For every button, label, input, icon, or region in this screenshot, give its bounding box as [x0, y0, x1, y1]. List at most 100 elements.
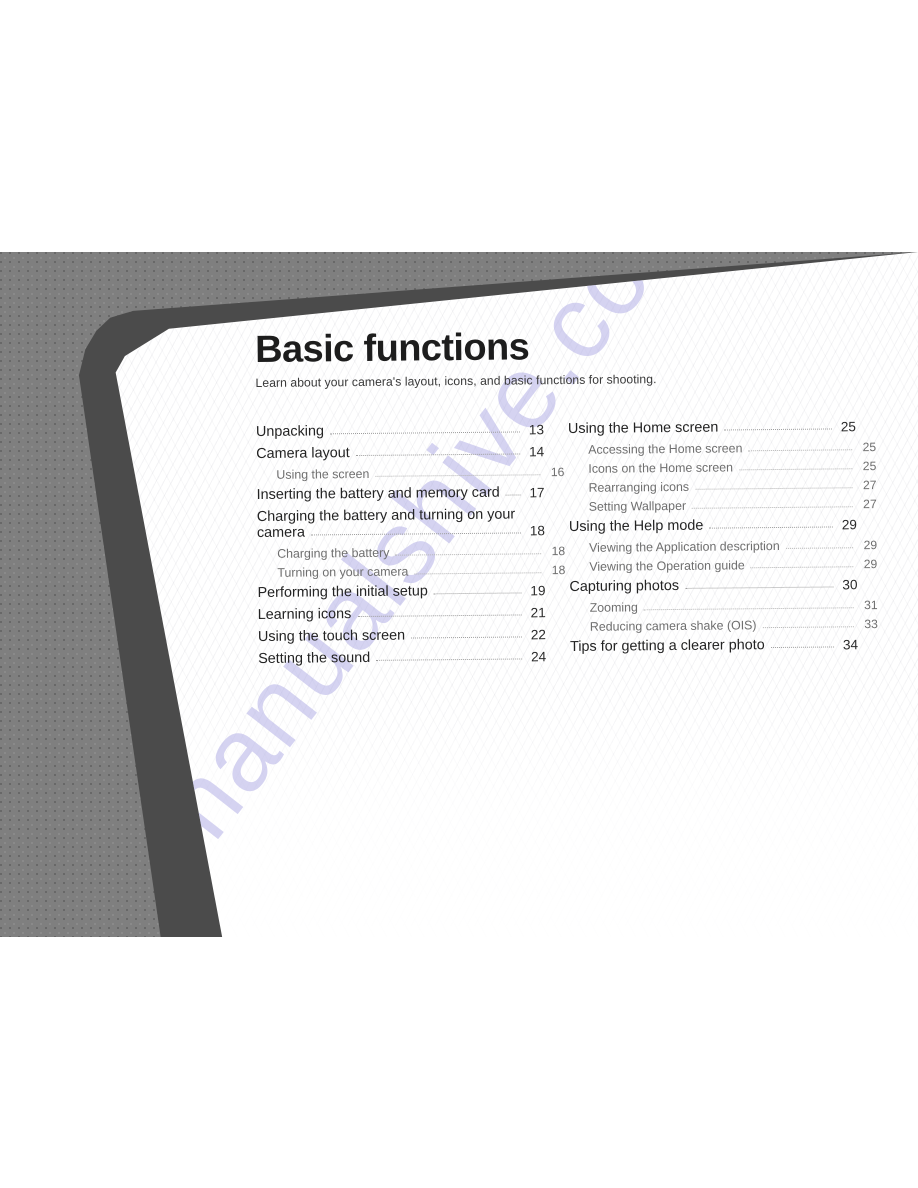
toc-entry-label: Viewing the Operation guide — [589, 558, 745, 575]
toc-entry-label: Using the Help mode — [568, 517, 704, 536]
toc-leader-dots — [505, 493, 521, 496]
page-content: Basic functions Learn about your camera'… — [254, 324, 878, 674]
toc-left-column: Unpacking 13 Camera layout 14 Using the scre… — [256, 421, 565, 673]
toc-leader-dots — [685, 585, 834, 590]
toc-entry-label: Using the screen — [276, 467, 370, 483]
toc-leader-dots — [750, 565, 854, 569]
toc-page-number: 29 — [841, 517, 857, 533]
toc-entry[interactable]: Setting Wallpaper 27 — [569, 497, 877, 514]
toc-entry[interactable]: Setting the sound 24 — [258, 648, 546, 667]
toc-leader-dots — [375, 473, 541, 478]
toc-entry[interactable]: Inserting the battery and memory card 17 — [257, 484, 545, 503]
toc-entry-label: Reducing camera shake (OIS) — [589, 618, 757, 635]
toc-entry-label: Zooming — [589, 600, 638, 616]
toc-page-number: 25 — [862, 459, 877, 474]
toc-leader-dots — [310, 531, 521, 536]
toc-leader-dots — [329, 430, 520, 435]
toc-entry-label: Camera layout — [256, 445, 350, 463]
page-subtitle: Learn about your camera's layout, icons,… — [255, 372, 657, 391]
toc-entry-label: Setting Wallpaper — [588, 499, 687, 515]
toc-entry-label: Rearranging icons — [588, 480, 690, 496]
toc-entry[interactable]: Learning icons 21 — [258, 604, 546, 623]
toc-leader-dots — [411, 635, 522, 639]
toc-entry[interactable]: Tips for getting a clearer photo 34 — [570, 636, 858, 655]
toc-entry[interactable]: Charging the battery and turning on your… — [257, 506, 545, 541]
toc-page-number: 27 — [862, 478, 877, 493]
toc-entry-label: Icons on the Home screen — [588, 460, 734, 477]
toc-entry[interactable]: Using the Help mode 29 — [569, 516, 857, 535]
toc-entry-label: Using the touch screen — [257, 627, 406, 646]
toc-entry[interactable]: Rearranging icons 27 — [568, 478, 876, 495]
toc-entry-label: Charging the battery — [277, 545, 390, 562]
toc-entry-label-continued: camera — [256, 524, 306, 542]
toc-leader-dots — [738, 467, 853, 471]
toc-page-number: 25 — [862, 440, 877, 455]
toc-page-number: 22 — [530, 627, 547, 643]
toc-leader-dots — [709, 525, 833, 529]
toc-page-number: 13 — [528, 422, 545, 438]
page-title: Basic functions — [254, 326, 530, 371]
toc-entry-label: Capturing photos — [569, 578, 680, 596]
toc-entry[interactable]: Viewing the Operation guide 29 — [569, 557, 877, 574]
scanned-page-canvas: manualshive.com Basic functions Learn ab… — [0, 0, 918, 1188]
toc-entry[interactable]: Unpacking 13 — [256, 421, 544, 440]
toc-entry[interactable]: Reducing camera shake (OIS) 33 — [570, 617, 878, 634]
toc-entry[interactable]: Capturing photos 30 — [569, 576, 857, 595]
toc-entry-label: Viewing the Application description — [589, 539, 780, 556]
toc-leader-dots — [695, 486, 853, 491]
toc-entry-label: Unpacking — [255, 423, 325, 441]
toc-entry-label: Accessing the Home screen — [588, 441, 743, 458]
toc-entry[interactable]: Performing the initial setup 19 — [257, 582, 545, 601]
toc-entry-label: Charging the battery and turning on your — [256, 506, 516, 526]
toc-entry[interactable]: Turning on your camera 18 — [257, 563, 565, 580]
toc-page-number: 25 — [840, 419, 857, 435]
toc-page-number: 19 — [530, 583, 546, 599]
toc-page-number: 34 — [842, 637, 859, 653]
toc-leader-dots — [395, 552, 542, 556]
toc-page-number: 18 — [529, 523, 546, 539]
toc-entry[interactable]: Accessing the Home screen 25 — [568, 440, 876, 457]
toc-page-number: 33 — [864, 617, 878, 632]
toc-entry[interactable]: Using the screen 16 — [256, 465, 564, 482]
toc-entry-label: Using the Home screen — [567, 419, 719, 438]
toc-entry-label: Inserting the battery and memory card — [256, 484, 500, 504]
toc-page-number: 27 — [863, 497, 877, 512]
toc-entry[interactable]: Zooming 31 — [570, 598, 878, 615]
toc-leader-dots — [376, 657, 523, 662]
toc-leader-dots — [748, 448, 853, 452]
toc-entry-label: Turning on your camera — [277, 564, 409, 581]
toc-entry-label: Tips for getting a clearer photo — [569, 637, 765, 656]
toc-leader-dots — [785, 546, 854, 550]
toc-leader-dots — [692, 505, 853, 510]
toc-leader-dots — [433, 591, 522, 595]
toc-leader-dots — [643, 606, 854, 611]
toc-page-number: 14 — [528, 444, 545, 460]
table-of-contents: Unpacking 13 Camera layout 14 Using the scre… — [256, 419, 878, 674]
toc-leader-dots — [724, 427, 832, 431]
toc-entry[interactable]: Using the Home screen 25 — [568, 419, 856, 438]
toc-page-number: 29 — [863, 557, 878, 572]
toc-leader-dots — [762, 625, 854, 629]
toc-entry[interactable]: Viewing the Application description 29 — [569, 538, 877, 555]
toc-leader-dots — [770, 645, 835, 649]
toc-entry[interactable]: Icons on the Home screen 25 — [568, 459, 876, 476]
toc-page-number: 24 — [530, 649, 547, 665]
toc-page-number: 17 — [529, 485, 545, 501]
toc-leader-dots — [357, 613, 522, 618]
toc-page-number: 21 — [530, 605, 546, 621]
toc-page-number: 29 — [863, 538, 878, 553]
toc-page-number: 30 — [842, 577, 858, 593]
toc-entry[interactable]: Using the touch screen 22 — [258, 626, 546, 645]
toc-leader-dots — [414, 571, 542, 575]
toc-page-number: 18 — [551, 563, 566, 578]
toc-entry-label: Learning icons — [257, 606, 352, 624]
toc-right-column: Using the Home screen 25 Accessing the Hom… — [568, 419, 878, 671]
toc-page-number: 16 — [550, 465, 565, 480]
toc-entry-label: Setting the sound — [258, 650, 371, 668]
toc-entry[interactable]: Charging the battery 18 — [257, 544, 565, 561]
toc-entry[interactable]: Camera layout 14 — [256, 443, 544, 462]
toc-entry-label: Performing the initial setup — [257, 583, 428, 602]
toc-leader-dots — [355, 452, 521, 457]
toc-page-number: 31 — [864, 598, 878, 613]
toc-page-number: 18 — [551, 544, 566, 559]
